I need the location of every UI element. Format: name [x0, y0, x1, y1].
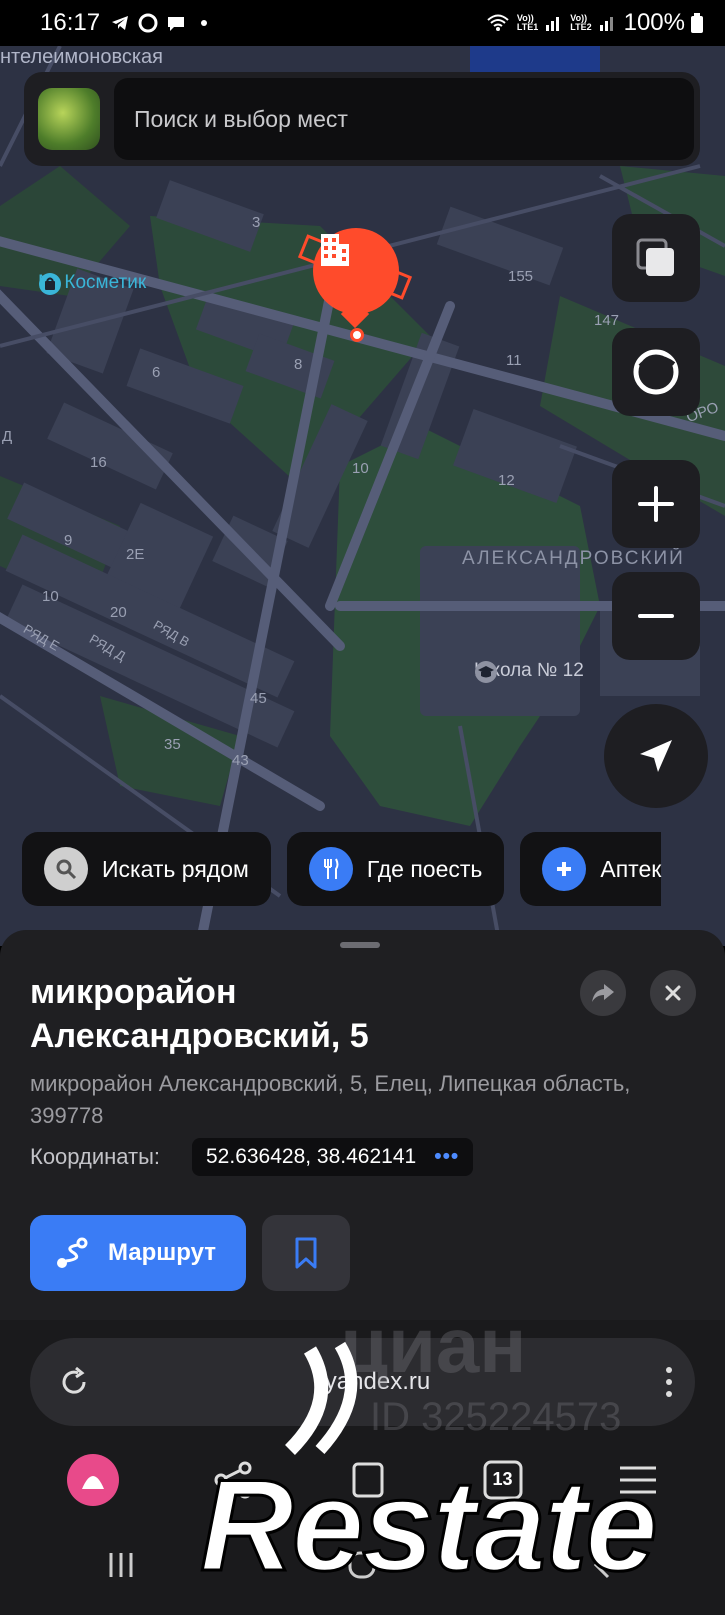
reload-icon[interactable]: [56, 1364, 92, 1400]
house-number: 12: [498, 472, 515, 489]
telegram-icon: [112, 16, 129, 30]
navigation-arrow-icon: [640, 740, 672, 772]
close-button[interactable]: [650, 970, 696, 1016]
chip-pharmacy[interactable]: Аптек: [520, 832, 662, 906]
house-number: 10: [352, 460, 369, 477]
tabs-button[interactable]: 13: [481, 1458, 525, 1502]
fork-knife-icon: [308, 847, 353, 891]
layers-button[interactable]: [612, 214, 700, 302]
graduation-cap-icon: [475, 661, 497, 683]
drag-handle[interactable]: [340, 942, 380, 948]
place-card: микрорайон Александровский, 5 микрорайон…: [0, 930, 725, 1320]
search-icon: [44, 847, 88, 891]
search-bar: Поиск и выбор мест: [24, 72, 700, 166]
place-address: микрорайон Александровский, 5, Елец, Лип…: [30, 1071, 631, 1128]
street-label: нтелеимоновская: [0, 46, 163, 68]
sim1-signal: Vo)) LTE1: [516, 13, 539, 32]
url-text: yandex.ru: [324, 1368, 431, 1395]
home-icon[interactable]: [344, 1547, 380, 1583]
house-number: 10: [42, 588, 59, 605]
plus-icon: [542, 847, 587, 891]
bookmarks-icon[interactable]: [346, 1458, 390, 1502]
system-nav: [0, 1530, 725, 1600]
route-icon: [57, 1237, 88, 1268]
chip-label: Где поесть: [366, 855, 483, 882]
house-number: 155: [508, 268, 534, 285]
sim2-signal: Vo)) LTE2: [570, 13, 592, 32]
address-bar[interactable]: yandex.ru: [30, 1338, 695, 1426]
alice-button[interactable]: [612, 328, 700, 416]
hamburger-menu-icon[interactable]: [616, 1458, 660, 1502]
share-arrow-icon: [592, 984, 614, 1002]
house-number: 11: [506, 352, 522, 369]
alice-icon: [633, 349, 679, 395]
battery-level: 100%: [623, 9, 685, 36]
shopping-bag-icon: [39, 273, 61, 295]
more-icon[interactable]: •••: [434, 1145, 459, 1169]
share-icon[interactable]: [211, 1458, 255, 1502]
house-number: 2Е: [126, 546, 145, 563]
close-icon: [665, 985, 681, 1001]
plus-icon: [638, 486, 674, 522]
chip-where-to-eat[interactable]: Где поесть: [286, 832, 505, 906]
house-number: 9: [64, 532, 73, 549]
signal-icon: [546, 17, 560, 31]
chip-label: Аптек: [600, 855, 662, 882]
status-time: 16:17: [40, 9, 101, 36]
kebab-menu-icon[interactable]: [663, 1364, 675, 1400]
quick-chips: Искать рядом Где поесть Аптек: [22, 832, 662, 906]
coordinates-field[interactable]: 52.636428, 38.462141 •••: [192, 1138, 474, 1176]
zoom-out-button[interactable]: [612, 572, 700, 660]
bookmark-icon: [295, 1237, 317, 1269]
route-button[interactable]: Маршрут: [30, 1215, 246, 1291]
avatar[interactable]: [38, 88, 100, 150]
chat-icon: [138, 13, 158, 33]
message-icon: [168, 17, 185, 31]
signal-icon: [599, 17, 613, 31]
status-bar: 16:17 Vo)) LTE1 Vo)) LTE2 100%: [0, 0, 725, 46]
house-number: 16: [90, 454, 107, 471]
recent-apps-icon[interactable]: [103, 1547, 139, 1583]
my-location-button[interactable]: [604, 704, 708, 808]
wifi-icon: [487, 14, 509, 31]
coordinates-value: 52.636428, 38.462141: [206, 1145, 417, 1168]
house-number: 45: [250, 690, 267, 707]
house-number: 147: [594, 312, 620, 329]
bookmark-button[interactable]: [262, 1215, 350, 1291]
house-number: 3: [252, 214, 261, 231]
house-number: 20: [110, 604, 127, 621]
tabs-count: 13: [492, 1469, 513, 1489]
browser-nav: 13: [0, 1440, 725, 1520]
house-number: 35: [164, 736, 181, 753]
minus-icon: [638, 614, 674, 618]
dot-icon: [201, 20, 208, 26]
chip-search-nearby[interactable]: Искать рядом: [22, 832, 271, 906]
poi-school[interactable]: Школа № 12: [474, 660, 584, 683]
route-label: Маршрут: [108, 1239, 217, 1266]
battery-icon: [691, 13, 703, 33]
house-number: 8: [294, 356, 303, 373]
coordinates-label: Координаты:: [30, 1144, 161, 1169]
district-label: АЛЕКСАНДРОВСКИЙ: [462, 548, 685, 569]
poi-cosmetic[interactable]: М. Косметик: [38, 272, 146, 295]
house-number: 43: [232, 752, 249, 769]
browser-bar: yandex.ru 13: [0, 1320, 725, 1615]
house-number: Д: [2, 428, 13, 445]
place-title: микрорайон Александровский, 5: [30, 973, 369, 1055]
zoom-in-button[interactable]: [612, 460, 700, 548]
layers-icon: [636, 238, 674, 276]
share-button[interactable]: [580, 970, 626, 1016]
alice-assistant-icon[interactable]: [66, 1453, 120, 1507]
building-icon: [321, 234, 349, 266]
search-input[interactable]: Поиск и выбор мест: [114, 78, 694, 160]
house-number: 6: [152, 364, 161, 381]
chip-label: Искать рядом: [102, 855, 249, 882]
pin-location-dot: [350, 328, 364, 342]
back-icon[interactable]: [586, 1547, 622, 1583]
